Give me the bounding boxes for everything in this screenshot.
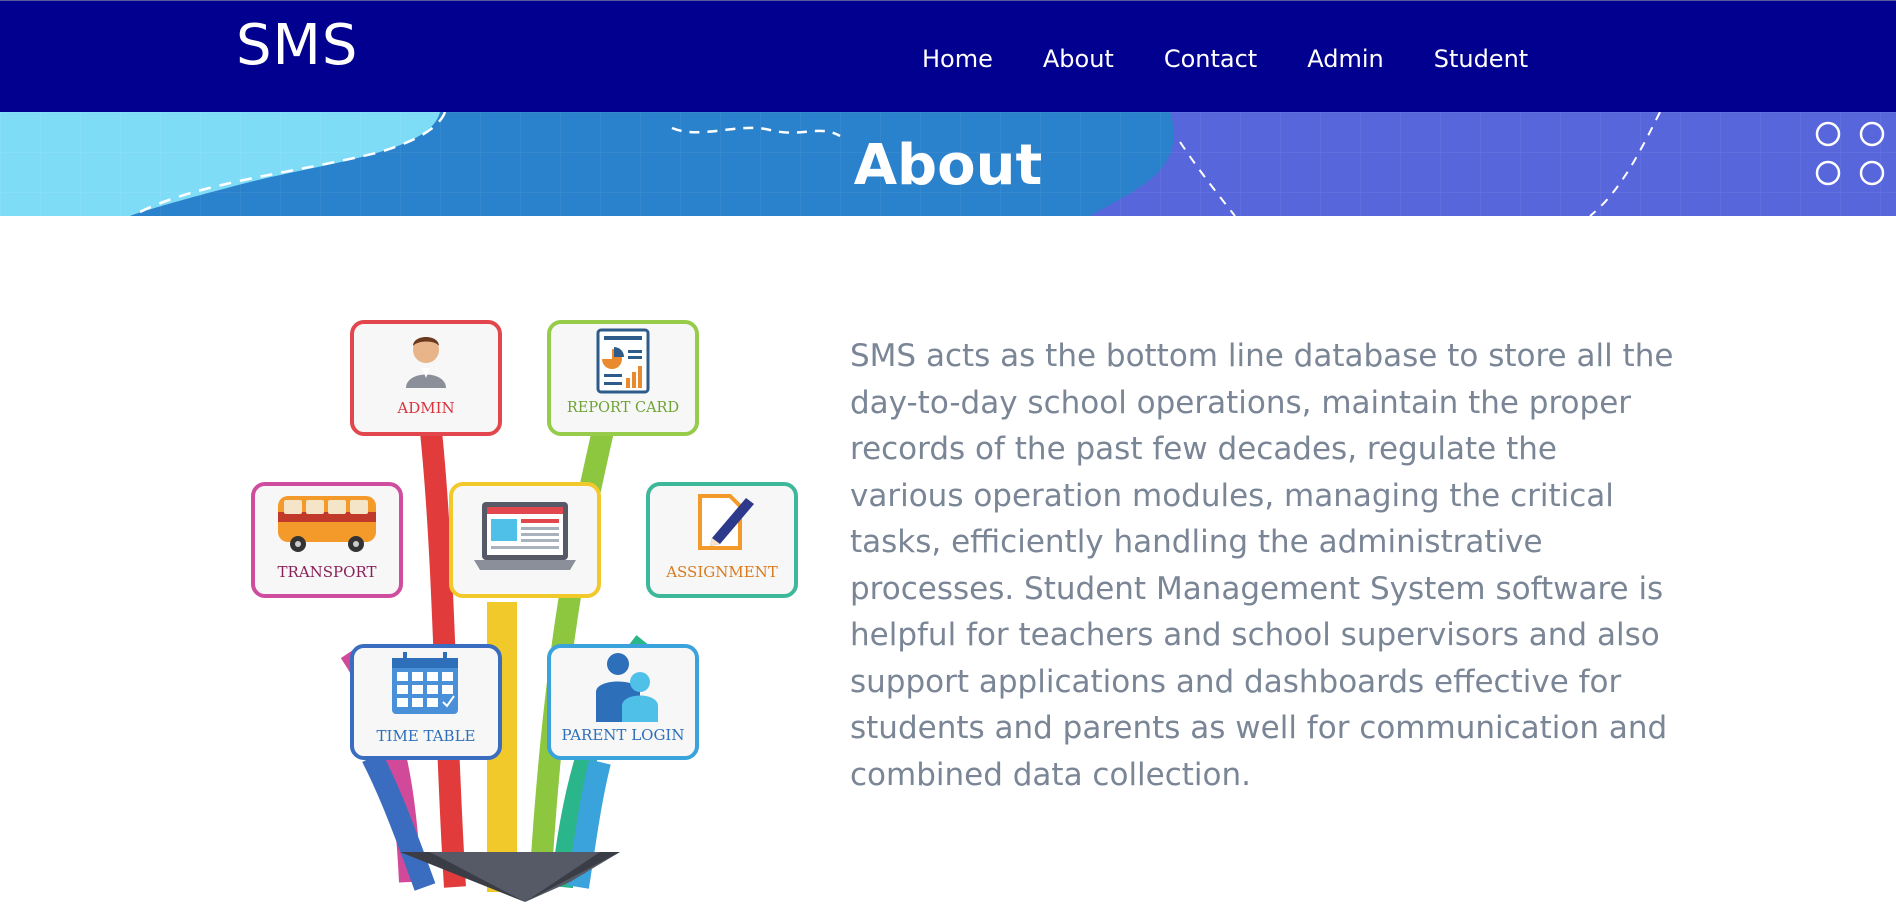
transport-module-label: TRANSPORT (278, 563, 377, 581)
report-card-module-box: REPORT CARD (547, 320, 699, 436)
top-navbar: SMS Home About Contact Admin Student (0, 0, 1896, 112)
report-card-icon (596, 328, 650, 394)
report-card-module-label: REPORT CARD (567, 400, 679, 416)
transport-module-box: TRANSPORT (251, 482, 403, 598)
time-table-module-box: TIME TABLE (350, 644, 502, 760)
laptop-icon (474, 502, 576, 570)
nav-admin-link[interactable]: Admin (1307, 43, 1384, 75)
time-table-module-label: TIME TABLE (377, 727, 476, 745)
page-title: About (853, 133, 1043, 198)
nav-contact-link[interactable]: Contact (1164, 43, 1257, 75)
nav-home-link[interactable]: Home (922, 43, 993, 75)
main-nav: Home About Contact Admin Student (922, 43, 1578, 75)
parent-login-module-label: PARENT LOGIN (562, 726, 685, 744)
nav-student-link[interactable]: Student (1434, 43, 1528, 75)
laptop-module-box (449, 482, 601, 598)
parent-login-module-box: PARENT LOGIN (547, 644, 699, 760)
sms-modules-illustration: ADMIN REPORT CARD TRANSPORT ASSIGNMENT T… (240, 312, 810, 902)
admin-module-box: ADMIN (350, 320, 502, 436)
calendar-icon (392, 652, 458, 714)
page-banner: About (0, 112, 1896, 216)
modules-tree-graphic: ADMIN REPORT CARD TRANSPORT ASSIGNMENT T… (251, 320, 798, 902)
about-description: SMS acts as the bottom line database to … (850, 338, 1674, 793)
admin-module-label: ADMIN (396, 399, 454, 417)
brand-logo-link[interactable]: SMS (236, 13, 358, 79)
assignment-module-box: ASSIGNMENT (646, 482, 798, 598)
nav-about-link[interactable]: About (1043, 43, 1114, 75)
assignment-module-label: ASSIGNMENT (665, 563, 778, 581)
